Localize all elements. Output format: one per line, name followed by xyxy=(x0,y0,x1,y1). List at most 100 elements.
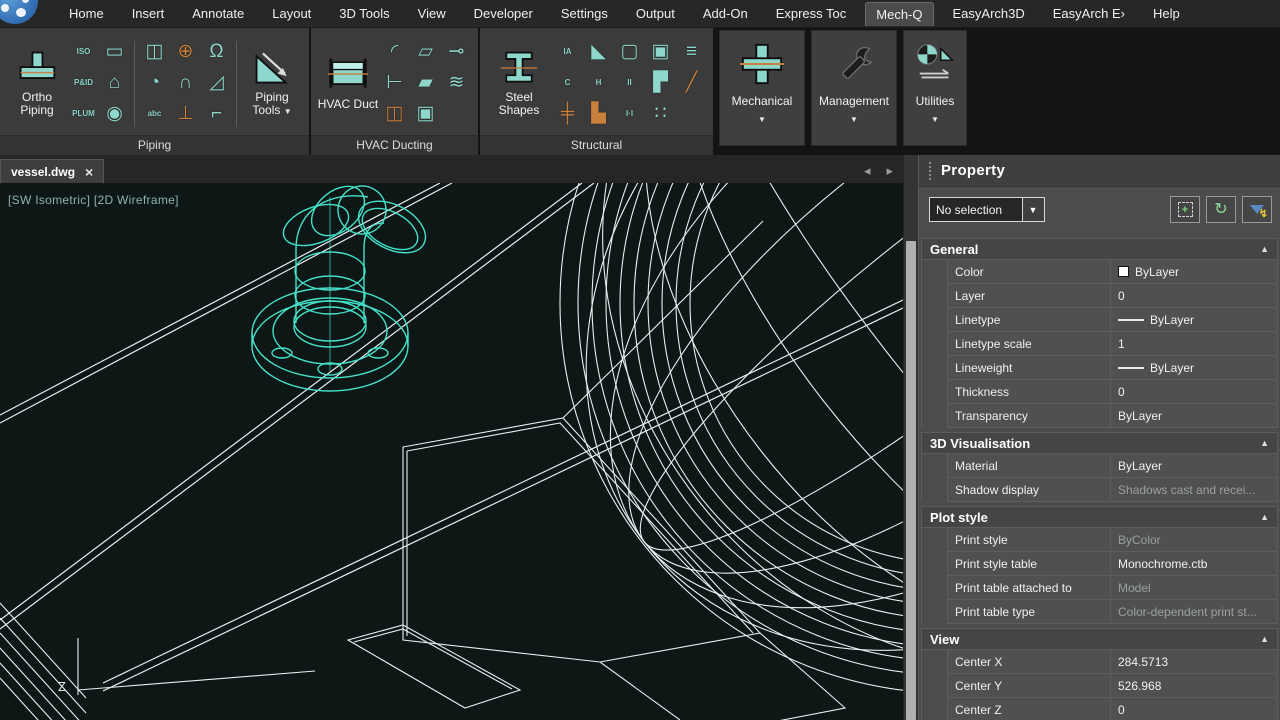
viewport-label[interactable]: [SW Isometric] [2D Wireframe] xyxy=(8,193,179,207)
beam-annotate-icon[interactable]: ⅠA xyxy=(552,37,583,66)
menu-item-developer[interactable]: Developer xyxy=(465,3,542,24)
pump-icon[interactable]: ◉ xyxy=(99,99,130,128)
select-objects-button[interactable]: ↻ xyxy=(1206,196,1236,223)
h-column-icon[interactable]: H xyxy=(583,68,614,97)
property-value[interactable]: 284.5713 xyxy=(1110,650,1278,674)
brace-icon[interactable]: ╱ xyxy=(676,68,707,97)
quick-select-button[interactable]: ↯ xyxy=(1242,196,1272,223)
menu-item-annotate[interactable]: Annotate xyxy=(183,3,253,24)
piping-tools-button[interactable]: Piping Tools ▼ xyxy=(241,44,303,121)
menu-item-settings[interactable]: Settings xyxy=(552,3,617,24)
bolted-connection-icon[interactable]: ╪ xyxy=(552,99,583,128)
property-value[interactable]: 0 xyxy=(1110,284,1278,308)
chevron-down-icon[interactable]: ▼ xyxy=(1022,198,1044,221)
collapse-icon[interactable]: ▲ xyxy=(1260,634,1269,644)
base-angle-icon[interactable]: ▙ xyxy=(583,99,614,128)
property-value[interactable]: ByColor xyxy=(1110,528,1278,552)
pipe-clamp-icon[interactable]: ∩ xyxy=(170,68,201,97)
horizontal-vessel-icon[interactable]: ▭ xyxy=(99,37,130,66)
stairs-icon[interactable]: ◣ xyxy=(583,37,614,66)
pid-valve-icon[interactable]: P&ID xyxy=(68,68,99,97)
dish-end-icon[interactable]: ◿ xyxy=(201,68,232,97)
pipe-stand-icon[interactable]: ⊥ xyxy=(170,99,201,128)
sphere-tank-icon[interactable]: ◔ xyxy=(139,68,170,97)
dome-roof-tank-icon[interactable]: ⌂ xyxy=(99,68,130,97)
menu-item-help[interactable]: Help xyxy=(1144,3,1189,24)
property-value[interactable]: 0 xyxy=(1110,698,1278,720)
section-header-general[interactable]: General▲ xyxy=(921,238,1278,260)
tab-close-icon[interactable]: × xyxy=(85,166,93,178)
drawing-tab[interactable]: vessel.dwg × xyxy=(0,159,104,183)
menu-item-home[interactable]: Home xyxy=(60,3,113,24)
ceiling-diffuser-icon[interactable]: ▣ xyxy=(410,99,441,128)
menu-item-view[interactable]: View xyxy=(409,3,455,24)
plate-with-hole-icon[interactable]: ▣ xyxy=(645,37,676,66)
steel-shapes-button[interactable]: Steel Shapes xyxy=(486,44,552,121)
mechanical-button[interactable]: Mechanical ▼ xyxy=(719,30,805,146)
menu-item-insert[interactable]: Insert xyxy=(123,3,174,24)
corner-plate-icon[interactable]: ▛ xyxy=(645,68,676,97)
property-value[interactable]: 1 xyxy=(1110,332,1278,356)
plumbing-icon[interactable]: PLUM xyxy=(68,99,99,128)
duct-reducer-icon[interactable]: ⊢ xyxy=(379,68,410,97)
bolt-group-icon[interactable]: ∷ xyxy=(645,99,676,128)
property-value[interactable]: Model xyxy=(1110,576,1278,600)
menu-item-easyarch-e-[interactable]: EasyArch E› xyxy=(1044,3,1134,24)
pipe-hanger-icon[interactable]: Ω xyxy=(201,37,232,66)
handrail-icon[interactable]: ≡ xyxy=(676,37,707,66)
selected-elbow-fitting[interactable] xyxy=(252,183,434,391)
iso-drafting-icon[interactable]: ISO xyxy=(68,37,99,66)
hvac-duct-button[interactable]: HVAC Duct xyxy=(317,51,379,115)
property-value[interactable]: ByLayer xyxy=(1110,404,1278,428)
property-title-bar[interactable]: Property xyxy=(919,155,1280,187)
collapse-icon[interactable]: ▲ xyxy=(1260,438,1269,448)
property-value[interactable]: Color-dependent print st... xyxy=(1110,600,1278,624)
beam-spacing-icon[interactable]: I·I xyxy=(614,99,645,128)
menu-item-easyarch3d[interactable]: EasyArch3D xyxy=(944,3,1034,24)
section-header-view[interactable]: View▲ xyxy=(921,628,1278,650)
duct-straight-icon[interactable]: ▱ xyxy=(410,37,441,66)
menu-item-layout[interactable]: Layout xyxy=(263,3,320,24)
property-value[interactable]: ByLayer xyxy=(1110,308,1278,332)
palette-grip-icon[interactable] xyxy=(929,162,931,180)
ortho-piping-button[interactable]: Ortho Piping xyxy=(6,44,68,121)
collapse-icon[interactable]: ▲ xyxy=(1260,512,1269,522)
pipe-anchor-icon[interactable]: ⊕ xyxy=(170,37,201,66)
pipe-support-icon[interactable]: ◫ xyxy=(139,37,170,66)
menu-item-output[interactable]: Output xyxy=(627,3,684,24)
menu-item-3d-tools[interactable]: 3D Tools xyxy=(330,3,398,24)
tab-scroll-left-icon[interactable]: ◂ xyxy=(864,163,871,179)
property-value[interactable]: ByLayer xyxy=(1110,260,1278,284)
property-value[interactable]: ByLayer xyxy=(1110,454,1278,478)
selection-dropdown[interactable]: No selection ▼ xyxy=(929,197,1045,222)
fan-diffuser-icon[interactable]: ≋ xyxy=(441,68,472,97)
section-header-plot-style[interactable]: Plot style▲ xyxy=(921,506,1278,528)
drawing-canvas[interactable]: Z xyxy=(0,183,903,720)
property-value[interactable]: Shadows cast and recei... xyxy=(1110,478,1278,502)
c-channel-icon[interactable]: C xyxy=(552,68,583,97)
management-button[interactable]: Management ▼ xyxy=(811,30,897,146)
property-value[interactable]: Monochrome.ctb xyxy=(1110,552,1278,576)
duct-elbow-icon[interactable]: ◜ xyxy=(379,37,410,66)
pickadd-toggle-button[interactable]: + xyxy=(1170,196,1200,223)
property-value[interactable]: 526.968 xyxy=(1110,674,1278,698)
pipe-text-icon[interactable]: abc xyxy=(139,99,170,128)
menu-item-express-toc[interactable]: Express Toc xyxy=(767,3,856,24)
app-logo-icon[interactable] xyxy=(0,0,38,24)
property-value[interactable]: ByLayer xyxy=(1110,356,1278,380)
section-header-3d-visualisation[interactable]: 3D Visualisation▲ xyxy=(921,432,1278,454)
duct-damper-icon[interactable]: ◫ xyxy=(379,99,410,128)
utilities-button[interactable]: Utilities ▼ xyxy=(903,30,967,146)
double-beam-icon[interactable]: II xyxy=(614,68,645,97)
square-hollow-section-icon[interactable]: ▢ xyxy=(614,37,645,66)
menu-item-add-on[interactable]: Add-On xyxy=(694,3,757,24)
scrollbar-thumb[interactable] xyxy=(906,241,916,720)
collapse-icon[interactable]: ▲ xyxy=(1260,244,1269,254)
elbow-fittings-icon[interactable]: ⌐ xyxy=(201,99,232,128)
duct-angled-icon[interactable]: ▰ xyxy=(410,68,441,97)
drop-rod-icon[interactable]: ⊸ xyxy=(441,37,472,66)
tab-scroll-right-icon[interactable]: ▸ xyxy=(886,163,893,179)
palette-scrollbar[interactable] xyxy=(903,155,918,720)
menu-item-mech-q[interactable]: Mech-Q xyxy=(865,2,933,26)
property-value[interactable]: 0 xyxy=(1110,380,1278,404)
